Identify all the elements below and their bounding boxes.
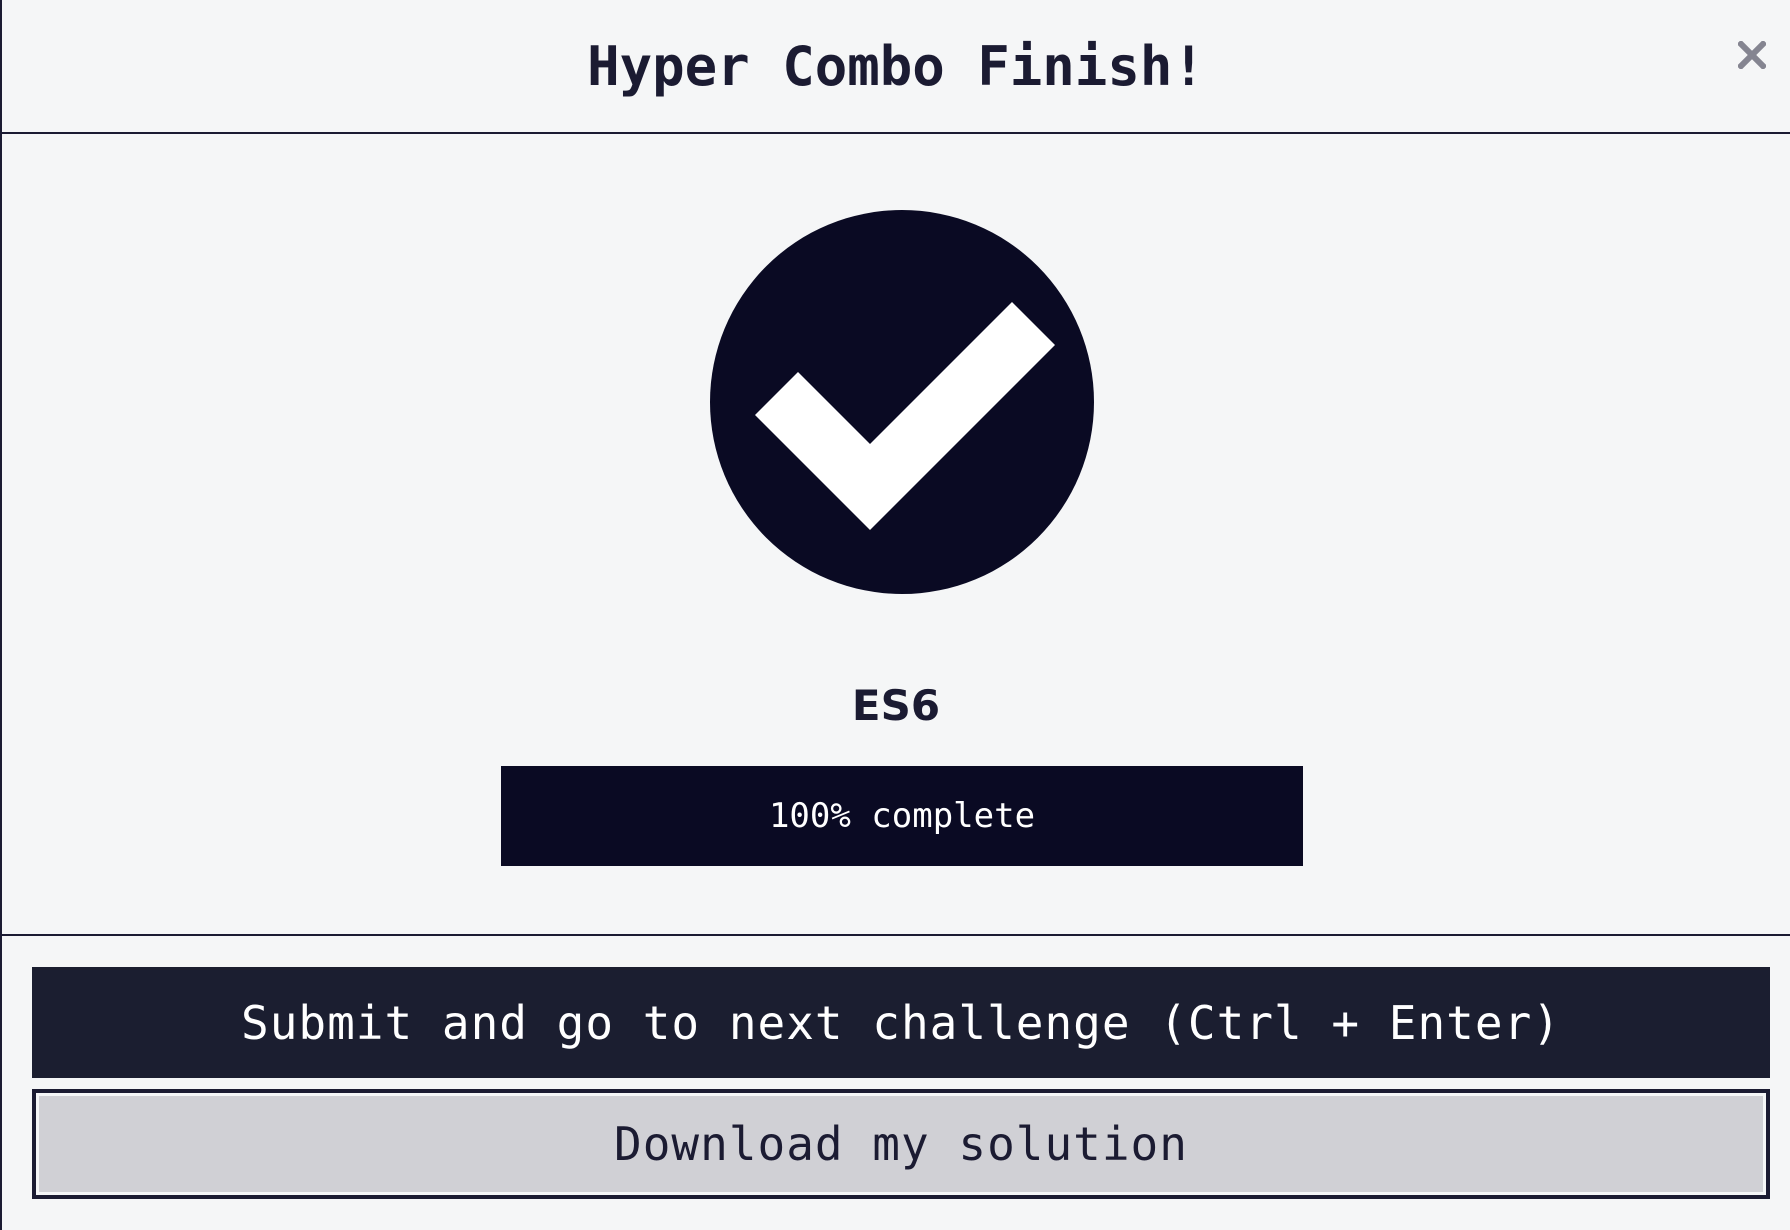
progress-label: 100% complete bbox=[768, 796, 1036, 836]
modal-body: ES6 100% complete bbox=[2, 134, 1790, 936]
progress-bar: 100% complete bbox=[501, 766, 1303, 866]
check-circle-icon bbox=[710, 210, 1094, 594]
modal-title: Hyper Combo Finish! bbox=[587, 35, 1205, 98]
download-solution-button[interactable]: Download my solution bbox=[32, 1089, 1770, 1199]
modal-footer: Submit and go to next challenge (Ctrl + … bbox=[2, 936, 1790, 1230]
completion-modal: Hyper Combo Finish! ES6 100% complete Su… bbox=[0, 0, 1790, 1230]
close-button[interactable] bbox=[1722, 30, 1782, 80]
submit-next-challenge-button[interactable]: Submit and go to next challenge (Ctrl + … bbox=[32, 967, 1770, 1078]
certification-title: ES6 bbox=[851, 681, 941, 730]
modal-header: Hyper Combo Finish! bbox=[2, 0, 1790, 134]
close-icon bbox=[1738, 41, 1766, 69]
